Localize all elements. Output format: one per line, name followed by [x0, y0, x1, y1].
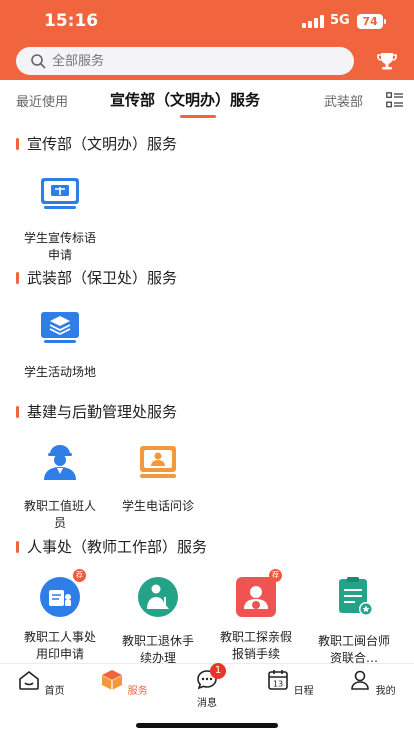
- list-view-icon[interactable]: [386, 92, 404, 108]
- service-label: 学生电话问诊: [121, 499, 194, 513]
- nav-service[interactable]: 服务: [94, 668, 154, 697]
- service-phone-consult[interactable]: 学生电话问诊: [112, 440, 204, 515]
- service-label: 教职工人事处用印申请: [23, 630, 96, 661]
- battery-icon: 74: [357, 14, 383, 29]
- service-retirement[interactable]: 教职工退休手续办理: [112, 575, 204, 667]
- service-family-leave-reimburse[interactable]: 荐 教职工探亲假报销手续: [210, 569, 302, 663]
- nav-label: 日程: [293, 686, 314, 697]
- service-label: 教职工探亲假报销手续: [219, 630, 292, 661]
- home-icon: [19, 670, 40, 690]
- app-header: 15:16 5G 74: [0, 0, 414, 80]
- signal-icon: [302, 15, 324, 28]
- calendar-day: 13: [273, 680, 283, 689]
- section-title-text: 基建与后勤管理处服务: [27, 403, 178, 421]
- service-label: 教职工闽台师资联合…: [317, 634, 390, 665]
- service-staff-duty[interactable]: 教职工值班人员: [14, 440, 106, 532]
- phone-consult-icon: [140, 446, 176, 478]
- battery-tip: [384, 19, 386, 24]
- search-input[interactable]: [52, 47, 332, 75]
- checklist-icon: [339, 577, 373, 616]
- status-time: 15:16: [44, 11, 99, 31]
- search-icon: [31, 54, 46, 69]
- service-student-slogan[interactable]: 学生宣传标语申请: [14, 172, 106, 264]
- status-bar: 15:16 5G 74: [0, 0, 414, 44]
- reimburse-icon-wrap: 荐: [234, 569, 282, 619]
- service-activity-venue[interactable]: 学生活动场地: [14, 306, 106, 381]
- nav-label: 首页: [44, 686, 65, 697]
- tab-recent[interactable]: 最近使用: [16, 91, 68, 110]
- section-title-armed: 武装部（保卫处）服务: [16, 267, 177, 288]
- chat-icon-wrap: 1: [195, 663, 226, 692]
- retire-icon: [138, 577, 178, 617]
- section-marker: [16, 541, 19, 553]
- category-tabs: 最近使用 宣传部（文明办）服务 武装部: [0, 80, 414, 120]
- network-type: 5G: [330, 13, 350, 28]
- section-marker: [16, 272, 19, 284]
- nav-schedule[interactable]: 13 日程: [260, 668, 320, 697]
- home-indicator: [136, 723, 278, 728]
- bottom-nav: 首页 服务 1 消息 13 日程 我的: [0, 663, 414, 736]
- service-label: 学生宣传标语申请: [23, 231, 96, 262]
- layers-icon: [41, 312, 79, 343]
- seal-icon: [40, 577, 80, 617]
- trophy-icon[interactable]: [376, 50, 398, 72]
- service-box-icon: [102, 670, 123, 690]
- nav-profile[interactable]: 我的: [342, 668, 402, 697]
- service-label: 学生活动场地: [23, 365, 96, 379]
- section-title-logistics: 基建与后勤管理处服务: [16, 401, 177, 422]
- calendar-icon: 13: [268, 670, 289, 690]
- nav-label: 我的: [375, 686, 396, 697]
- search-bar[interactable]: [16, 47, 354, 75]
- unread-badge: 1: [210, 663, 226, 679]
- service-seal-application[interactable]: 荐 教职工人事处用印申请: [14, 569, 106, 663]
- nav-messages[interactable]: 1 消息: [177, 663, 237, 709]
- tab-publicity[interactable]: 宣传部（文明办）服务: [110, 89, 260, 110]
- section-title-text: 宣传部（文明办）服务: [27, 135, 178, 153]
- section-title-text: 人事处（教师工作部）服务: [27, 538, 208, 556]
- nav-home[interactable]: 首页: [11, 668, 71, 697]
- banner-icon: [41, 178, 79, 209]
- section-marker: [16, 138, 19, 150]
- user-icon: [351, 670, 370, 690]
- tab-active-indicator: [180, 115, 216, 118]
- service-label: 教职工值班人员: [23, 499, 96, 530]
- staff-icon: [44, 445, 76, 480]
- seal-icon-wrap: 荐: [38, 569, 86, 619]
- tab-armed-forces[interactable]: 武装部: [324, 91, 363, 110]
- reimburse-icon: [236, 577, 276, 617]
- recommend-badge: 荐: [73, 569, 86, 582]
- nav-label: 消息: [197, 698, 217, 709]
- section-title-publicity: 宣传部（文明办）服务: [16, 133, 177, 154]
- section-title-text: 武装部（保卫处）服务: [27, 269, 178, 287]
- section-marker: [16, 406, 19, 418]
- service-label: 教职工退休手续办理: [121, 634, 194, 665]
- recommend-badge: 荐: [269, 569, 282, 582]
- nav-label: 服务: [127, 686, 148, 697]
- service-faculty-joint[interactable]: 教职工闽台师资联合…: [308, 575, 400, 667]
- section-title-hr: 人事处（教师工作部）服务: [16, 536, 207, 557]
